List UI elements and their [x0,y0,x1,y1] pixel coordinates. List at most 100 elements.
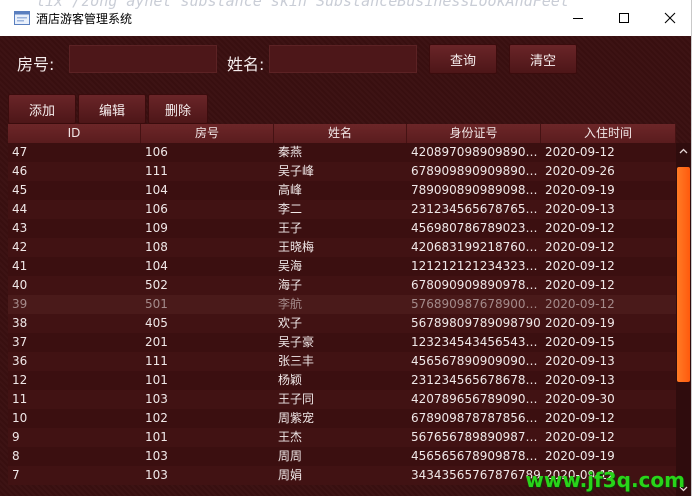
cell-id: 36 [12,354,28,368]
minimize-button[interactable] [555,0,601,36]
table-row[interactable]: 38 405 欢子 56789809789098790 2020-09-19 [8,314,676,333]
cell-room: 104 [145,183,168,197]
table-row[interactable]: 42 108 王晓梅 420683199218760980 2020-09-12 [8,238,676,257]
cell-id: 46 [12,164,28,178]
cell-id: 45 [12,183,28,197]
cell-id: 37 [12,335,28,349]
room-input[interactable] [69,45,217,73]
cell-checkin-date: 2020-09-19 [545,316,615,330]
cell-id-card: 45656567890987898... [411,449,541,463]
table-row[interactable]: 11 103 王子同 420789656789090090 2020-09-30 [8,390,676,409]
column-header-checkin-date[interactable]: 入住时间 [541,124,676,143]
window-title: 酒店游客管理系统 [36,12,133,26]
cell-id: 40 [12,278,28,292]
table-row[interactable]: 10 102 周紫宠 67890987878785654... 2020-09-12 [8,409,676,428]
cell-id: 44 [12,202,28,216]
cell-id-card: 456567890909090908 [411,354,541,368]
minimize-icon [573,18,583,19]
column-header-id-card[interactable]: 身份证号 [407,124,541,143]
table-row[interactable]: 9 101 王杰 56765678989098767... 2020-09-12 [8,428,676,447]
name-input[interactable] [269,45,417,73]
column-header-name[interactable]: 姓名 [274,124,407,143]
table-row[interactable]: 46 111 吴子峰 67890989090989098... 2020-09-26 [8,162,676,181]
cell-id-card: 121212121234323435 [411,259,541,273]
edit-button[interactable]: 编辑 [78,94,146,124]
cell-id: 11 [12,392,28,406]
cell-id: 47 [12,145,28,159]
cell-name: 王子同 [278,392,315,406]
cell-checkin-date: 2020-09-26 [545,164,615,178]
cell-checkin-date: 2020-09-12 [545,240,615,254]
vertical-scrollbar[interactable] [676,143,691,496]
cell-id: 10 [12,411,28,425]
chevron-up-icon [679,148,688,153]
cell-id-card: 576890987678900090 [411,297,541,311]
cell-room: 111 [145,164,168,178]
cell-name: 张三丰 [278,354,315,368]
app-window: lix /zong aynet substance skin Substance… [0,0,692,496]
scroll-thumb[interactable] [677,167,690,382]
cell-name: 海子 [278,278,303,292]
cell-room: 109 [145,221,168,235]
table-row[interactable]: 41 104 吴海 121212121234323435 2020-09-12 [8,257,676,276]
main-panel: 房号: 姓名: 查询 清空 添加 编辑 删除 ID 房号 姓名 身份证号 入住时… [0,36,691,496]
add-button[interactable]: 添加 [8,94,76,124]
maximize-button[interactable] [601,0,647,36]
table-row[interactable]: 47 106 秦燕 420897098909890909 2020-09-12 [8,143,676,162]
cell-checkin-date: 2020-09-12 [545,145,615,159]
table-row[interactable]: 44 106 李二 231234565678765678 2020-09-13 [8,200,676,219]
table-row[interactable]: 36 111 张三丰 456567890909090908 2020-09-13 [8,352,676,371]
delete-button[interactable]: 删除 [148,94,208,124]
cell-checkin-date: 2020-09-12 [545,430,615,444]
cell-id: 8 [12,449,20,463]
cell-id-card: 420789656789090090 [411,392,541,406]
cell-room: 104 [145,259,168,273]
table-row[interactable]: 39 501 李航 576890987678900090 2020-09-12 [8,295,676,314]
cell-name: 李二 [278,202,303,216]
table-row[interactable]: 37 201 吴子豪 123234543456543456 2020-09-15 [8,333,676,352]
cell-id: 41 [12,259,28,273]
cell-checkin-date: 2020-09-13 [545,354,615,368]
name-label: 姓名: [227,55,265,74]
background-code-text: lix /zong aynet substance skin Substance… [36,0,569,10]
cell-name: 高峰 [278,183,303,197]
table-row[interactable]: 8 103 周周 45656567890987898... 2020-09-19 [8,447,676,466]
table-row[interactable]: 40 502 海子 678090909890978909 2020-09-12 [8,276,676,295]
cell-id-card: 123234543456543456 [411,335,541,349]
cell-checkin-date: 2020-09-19 [545,183,615,197]
site-watermark: www.jf3q.com [525,468,685,492]
column-header-id[interactable]: ID [8,124,141,143]
cell-id-card: 420683199218760980 [411,240,541,254]
cell-checkin-date: 2020-09-30 [545,392,615,406]
scroll-up-button[interactable] [676,143,691,158]
table-row[interactable]: 12 101 杨颖 231234565678678908 2020-09-13 [8,371,676,390]
title-bar[interactable]: lix /zong aynet substance skin Substance… [0,0,691,36]
table-row[interactable]: 43 109 王子 456980786789023980 2020-09-12 [8,219,676,238]
table-header: ID 房号 姓名 身份证号 入住时间 [8,124,676,143]
cell-name: 周娟 [278,468,303,482]
cell-room: 101 [145,373,168,387]
table-row[interactable]: 45 104 高峰 789090890989098909 2020-09-19 [8,181,676,200]
cell-id-card: 678090909890978909 [411,278,541,292]
java-app-icon [14,11,30,25]
cell-room: 103 [145,449,168,463]
clear-button[interactable]: 清空 [509,44,577,74]
cell-name: 吴子豪 [278,335,315,349]
cell-name: 吴子峰 [278,164,315,178]
column-header-room[interactable]: 房号 [141,124,274,143]
cell-checkin-date: 2020-09-12 [545,221,615,235]
cell-room: 108 [145,240,168,254]
cell-checkin-date: 2020-09-13 [545,373,615,387]
close-button[interactable] [647,0,693,36]
cell-id-card: 231234565678678908 [411,373,541,387]
cell-checkin-date: 2020-09-12 [545,411,615,425]
cell-checkin-date: 2020-09-19 [545,449,615,463]
cell-name: 周周 [278,449,303,463]
query-button[interactable]: 查询 [429,44,497,74]
cell-name: 李航 [278,297,303,311]
cell-name: 欢子 [278,316,303,330]
maximize-icon [619,13,629,23]
cell-room: 102 [145,411,168,425]
cell-room: 106 [145,202,168,216]
cell-name: 吴海 [278,259,303,273]
